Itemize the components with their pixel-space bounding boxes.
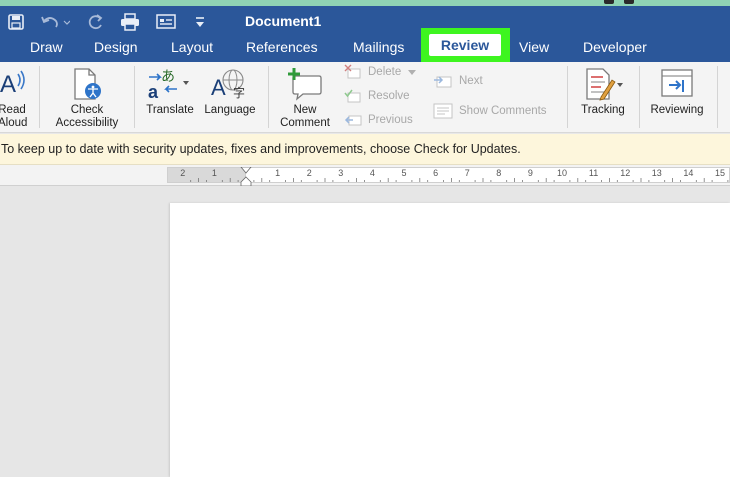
new-comment-label-line1: New (293, 104, 317, 116)
reviewing-button[interactable]: Reviewing (644, 104, 710, 117)
ruler-number: 3 (338, 168, 343, 178)
update-message-bar: To keep up to date with security updates… (0, 134, 730, 165)
ruler-number: 8 (496, 168, 501, 178)
delete-comment-icon (344, 64, 361, 79)
update-message-text: To keep up to date with security updates… (1, 142, 521, 156)
ruler-number: 9 (528, 168, 533, 178)
check-accessibility-button[interactable]: Check Accessibility (48, 104, 126, 130)
svg-text:字: 字 (233, 85, 245, 100)
ruler-number: 1 (212, 168, 217, 178)
show-comments-button[interactable]: Show Comments (459, 105, 547, 117)
ribbon-separator (39, 66, 40, 128)
svg-text:A: A (211, 75, 226, 100)
tab-design[interactable]: Design (94, 38, 138, 58)
tracking-button[interactable]: Tracking (574, 104, 632, 117)
svg-text:あ: あ (161, 69, 175, 85)
show-comments-icon (433, 103, 453, 119)
read-aloud-button[interactable]: Read Aloud (0, 104, 28, 130)
tracking-icon[interactable] (585, 67, 625, 101)
language-button[interactable]: Language (201, 104, 259, 117)
tab-developer[interactable]: Developer (583, 38, 647, 58)
tab-layout[interactable]: Layout (171, 38, 213, 58)
delete-comment-button[interactable]: Delete (368, 66, 401, 78)
ribbon-separator (717, 66, 718, 128)
tab-references[interactable]: References (246, 38, 318, 58)
ruler-number: 2 (307, 168, 312, 178)
ruler-number: 1 (275, 168, 280, 178)
ruler-number: 15 (715, 168, 725, 178)
new-comment-button[interactable]: New Comment (274, 104, 336, 130)
previous-comment-button[interactable]: Previous (368, 114, 413, 126)
document-page[interactable] (170, 203, 730, 477)
title-bar: Document1 Draw Design Layout References … (0, 6, 730, 62)
ruler-number: 12 (620, 168, 630, 178)
previous-comment-icon (344, 115, 362, 126)
translate-icon[interactable]: あ a (147, 67, 191, 101)
resolve-comment-icon (344, 89, 361, 103)
ribbon-separator (639, 66, 640, 128)
document-title: Document1 (245, 13, 322, 29)
tab-draw[interactable]: Draw (30, 38, 63, 58)
check-accessibility-label-line1: Check (70, 104, 104, 116)
left-indent-marker[interactable] (240, 176, 252, 187)
ribbon: A Read Aloud Check Accessibility あ a Tra… (0, 62, 730, 133)
next-comment-button[interactable]: Next (459, 75, 483, 87)
ruler-number: 6 (433, 168, 438, 178)
ruler-number: 5 (401, 168, 406, 178)
svg-text:A: A (0, 71, 16, 98)
language-icon[interactable]: A 字 (211, 67, 249, 101)
check-accessibility-label-line2: Accessibility (55, 117, 119, 129)
new-comment-icon[interactable] (287, 67, 323, 103)
ruler-number: 2 (180, 168, 185, 178)
check-accessibility-icon[interactable] (72, 68, 106, 102)
next-comment-icon (434, 76, 452, 88)
svg-text:a: a (148, 82, 159, 101)
ruler-number: 11 (589, 168, 598, 178)
ruler-number: 4 (370, 168, 375, 178)
ruler-number: 14 (683, 168, 693, 178)
tab-view[interactable]: View (519, 38, 549, 58)
tab-review[interactable]: Review (429, 34, 501, 56)
new-comment-label-line2: Comment (280, 117, 330, 129)
ribbon-separator (134, 66, 135, 128)
ribbon-separator (268, 66, 269, 128)
reviewing-pane-icon[interactable] (660, 68, 694, 100)
ruler-number: 13 (652, 168, 662, 178)
ruler-number: 7 (465, 168, 470, 178)
menu-bar-status-icons (604, 0, 634, 4)
first-line-indent-marker[interactable] (240, 167, 252, 174)
ribbon-separator (567, 66, 568, 128)
read-aloud-label-line2: Aloud (0, 117, 28, 129)
ruler-number: 10 (557, 168, 567, 178)
translate-button[interactable]: Translate (142, 104, 198, 117)
delete-dropdown-icon[interactable] (408, 70, 416, 76)
read-aloud-icon[interactable]: A (0, 68, 28, 98)
resolve-comment-button[interactable]: Resolve (368, 90, 410, 102)
read-aloud-label-line1: Read (0, 104, 26, 116)
tab-mailings[interactable]: Mailings (353, 38, 404, 58)
